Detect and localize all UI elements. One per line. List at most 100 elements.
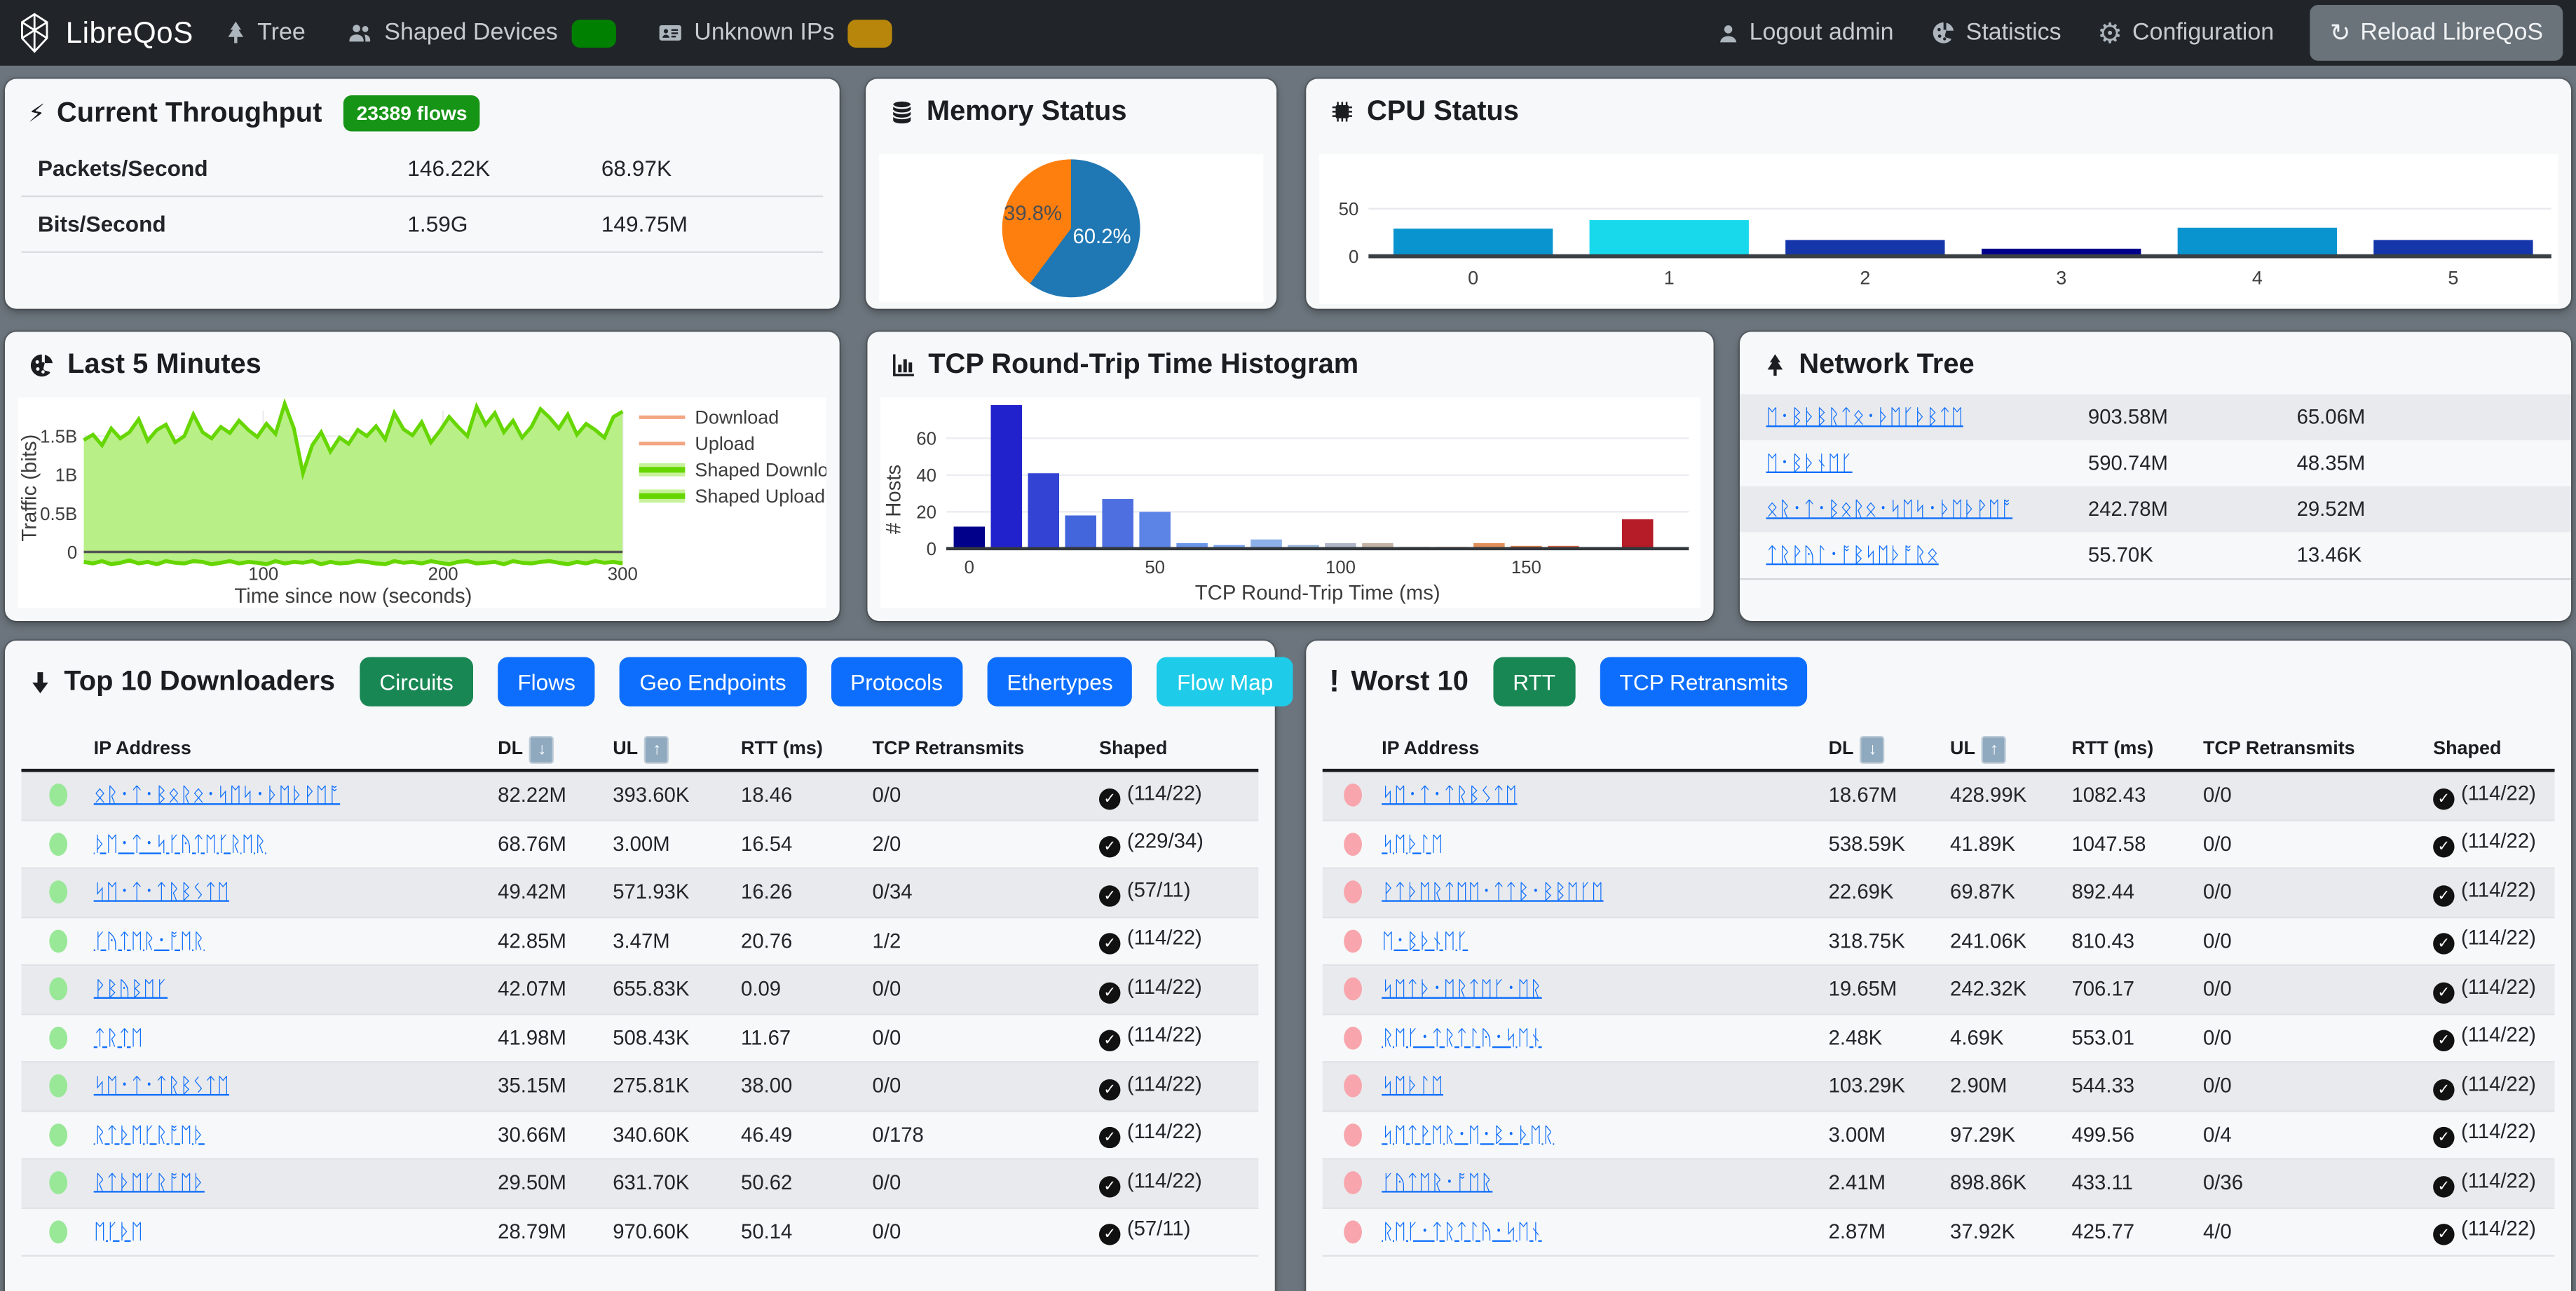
- check-circle-icon: ✓: [2433, 1176, 2454, 1197]
- ip-link[interactable]: ᛋᛖᚦᛚᛖ: [1382, 833, 1443, 856]
- nav-configuration[interactable]: ⚙ Configuration: [2097, 19, 2274, 47]
- ip-link[interactable]: ᚹᛒᚤᛒᛖᚴ: [94, 978, 168, 1001]
- check-circle-icon: ✓: [2433, 885, 2454, 906]
- sort-up-icon[interactable]: ↑: [645, 735, 669, 763]
- ip-link[interactable]: ᛋᛖ᛫ᛏ᛫ᛏᚱᛒᛊᛏᛖ: [1382, 784, 1517, 807]
- nav-logout-label: Logout admin: [1750, 20, 1894, 46]
- sort-up-icon[interactable]: ↑: [1982, 735, 2006, 763]
- ul-value: 898.86K: [1950, 1172, 2071, 1195]
- ip-link[interactable]: ᚹᛏᚦᛖᚱᛏᛖᛖ᛫ᛏᛏᛒ᛫ᛒᛒᛖᚴᛖ: [1382, 881, 1603, 904]
- check-circle-icon: ✓: [1099, 1079, 1120, 1100]
- upload-value: 13.46K: [2297, 544, 2561, 567]
- status-dot: [48, 978, 67, 1001]
- retransmits-value: 0/0: [873, 1220, 1099, 1243]
- ul-value: 631.70K: [613, 1172, 741, 1195]
- table-row: ᛋᛖᛏᚦ᛫ᛖᚱᛏᛖᚴ᛫ᛖᚱ19.65M242.32K706.170/0✓(114…: [1323, 966, 2555, 1014]
- ip-link[interactable]: ᚦᛖ᛫ᛏ᛫ᛋᚴᚤᛏᛖᚴᚱᛖᚱ: [94, 833, 266, 856]
- download-value: 903.58M: [2088, 406, 2297, 429]
- node-link[interactable]: ᛖ᛫ᛒᚦᚾᛖᚴ: [1766, 452, 2088, 475]
- check-circle-icon: ✓: [2433, 1030, 2454, 1051]
- tab-rtt[interactable]: RTT: [1493, 657, 1575, 706]
- nav-statistics[interactable]: Statistics: [1930, 20, 2062, 46]
- microchip-icon: [1329, 99, 1356, 125]
- ip-link[interactable]: ᛖᚴᚦᛖ: [94, 1220, 143, 1243]
- shaped-value: ✓(114/22): [2433, 1169, 2554, 1197]
- check-circle-icon: ✓: [1099, 982, 1120, 1003]
- row-label: Bits/Second: [21, 212, 407, 236]
- status-dot: [1343, 929, 1361, 952]
- tab-geo-endpoints[interactable]: Geo Endpoints: [620, 657, 806, 706]
- panel-title: Top 10 Downloaders: [64, 665, 335, 698]
- retransmits-value: 4/0: [2203, 1220, 2433, 1243]
- col-dl: DL↓: [1829, 735, 1950, 763]
- ip-link[interactable]: ᛟᚱ᛫ᛏ᛫ᛒᛟᚱᛟ᛫ᛋᛖᛋ᛫ᚦᛖᚦᚹᛖᚩ: [94, 784, 341, 807]
- table-row: ᛟᚱ᛫ᛏ᛫ᛒᛟᚱᛟ᛫ᛋᛖᛋ᛫ᚦᛖᚦᚹᛖᚩ 242.78M 29.52M: [1740, 486, 2571, 533]
- shaped-value: ✓(114/22): [2433, 976, 2554, 1004]
- dl-value: 42.85M: [498, 929, 613, 952]
- ip-link[interactable]: ᛋᛖ᛫ᛏ᛫ᛏᚱᛒᛊᛏᛖ: [94, 881, 229, 904]
- panel-title: Network Tree: [1799, 348, 1974, 381]
- rtt-value: 20.76: [741, 929, 873, 952]
- dl-value: 2.41M: [1829, 1172, 1950, 1195]
- node-link[interactable]: ᛟᚱ᛫ᛏ᛫ᛒᛟᚱᛟ᛫ᛋᛖᛋ᛫ᚦᛖᚦᚹᛖᚩ: [1766, 498, 2088, 521]
- table-row: ᚹᛒᚤᛒᛖᚴ42.07M655.83K0.090/0✓(114/22): [21, 966, 1258, 1014]
- ul-value: 340.60K: [613, 1123, 741, 1147]
- tab-tcp-retransmits[interactable]: TCP Retransmits: [1600, 657, 1808, 706]
- ip-link[interactable]: ᚱᛖᚴ᛫ᛏᚱᛏᛚᚤ᛫ᛋᛖᚾ: [1382, 1026, 1542, 1049]
- ip-link[interactable]: ᛖ᛫ᛒᚦᚾᛖᚴ: [1382, 929, 1468, 952]
- panel-title: Current Throughput: [57, 97, 322, 130]
- rtt-value: 892.44: [2071, 881, 2203, 904]
- node-link[interactable]: ᛏᚱᚹᚤᛚ᛫ᚩᛒᛋᛖᚦᚩᚱᛟ: [1766, 544, 2088, 567]
- ip-link[interactable]: ᛋᛖᛏᚦ᛫ᛖᚱᛏᛖᚴ᛫ᛖᚱ: [1382, 978, 1542, 1001]
- brand[interactable]: LibreQoS: [13, 11, 193, 54]
- sort-down-icon[interactable]: ↓: [529, 735, 554, 763]
- retransmits-value: 0/0: [2203, 784, 2433, 807]
- tab-circuits[interactable]: Circuits: [360, 657, 473, 706]
- nav-shaped-devices[interactable]: Shaped Devices: [345, 19, 615, 47]
- shaped-value: ✓(114/22): [1099, 1072, 1258, 1100]
- svg-text:20: 20: [916, 503, 936, 523]
- ip-link[interactable]: ᚴᚤᛏᛖᚱ᛫ᚩᛖᚱ: [94, 929, 205, 952]
- col-retransmits: TCP Retransmits: [873, 739, 1099, 759]
- shaped-value: ✓(114/22): [2433, 878, 2554, 906]
- ip-link[interactable]: ᚴᚤᛏᛖᚱ᛫ᚩᛖᚱ: [1382, 1172, 1492, 1195]
- panel-memory-status: Memory Status 39.8% 60.2%: [866, 79, 1276, 309]
- tab-flow-map[interactable]: Flow Map: [1157, 657, 1293, 706]
- tab-flows[interactable]: Flows: [498, 657, 595, 706]
- tab-protocols[interactable]: Protocols: [831, 657, 962, 706]
- rtt-value: 433.11: [2071, 1172, 2203, 1195]
- nav-logout[interactable]: Logout admin: [1717, 20, 1894, 46]
- node-link[interactable]: ᛖ᛫ᛒᚦᛒᚱᛏᛟ᛫ᚦᛖᚴᚦᛒᛏᛖ: [1766, 406, 2088, 429]
- nav-tree[interactable]: Tree: [223, 20, 306, 46]
- ip-link[interactable]: ᛏᚱᛏᛖ: [94, 1026, 143, 1049]
- ip-link[interactable]: ᚱᛏᚦᛖᚴᚱᚩᛖᚦ: [94, 1172, 205, 1195]
- dl-value: 49.42M: [498, 881, 613, 904]
- nav-unknown-ips[interactable]: Unknown IPs: [655, 19, 892, 47]
- reload-button[interactable]: ↻ Reload LibreQoS: [2310, 5, 2563, 61]
- row-label: Packets/Second: [21, 156, 407, 181]
- ip-link[interactable]: ᚱᛏᚦᛖᚴᚱᚩᛖᚦ: [94, 1123, 205, 1147]
- download-value: 55.70K: [2088, 544, 2297, 567]
- retransmits-value: 0/0: [2203, 929, 2433, 952]
- shaped-value: ✓(57/11): [1099, 1217, 1258, 1245]
- table-row: ᚦᛖ᛫ᛏ᛫ᛋᚴᚤᛏᛖᚴᚱᛖᚱ68.76M3.00M16.542/0✓(229/3…: [21, 821, 1258, 869]
- ul-value: 393.60K: [613, 784, 741, 807]
- ip-link[interactable]: ᛋᛖ᛫ᛏ᛫ᛏᚱᛒᛊᛏᛖ: [94, 1074, 229, 1098]
- dl-value: 3.00M: [1829, 1123, 1950, 1147]
- status-dot: [1343, 1172, 1361, 1195]
- table-row: ᛖ᛫ᛒᚦᚾᛖᚴ318.75K241.06K810.430/0✓(114/22): [1323, 917, 2555, 966]
- nav-unknown-ips-label: Unknown IPs: [694, 20, 834, 46]
- ip-link[interactable]: ᛋᛖᚦᛚᛖ: [1382, 1074, 1443, 1098]
- tab-ethertypes[interactable]: Ethertypes: [987, 657, 1133, 706]
- status-dot: [1343, 784, 1361, 807]
- check-circle-icon: ✓: [2433, 934, 2454, 955]
- shaped-value: ✓(114/22): [2433, 830, 2554, 858]
- sort-down-icon[interactable]: ↓: [1860, 735, 1885, 763]
- svg-text:50: 50: [1339, 200, 1359, 219]
- chart-pie-icon: [28, 350, 56, 378]
- top10-rows: ᛟᚱ᛫ᛏ᛫ᛒᛟᚱᛟ᛫ᛋᛖᛋ᛫ᚦᛖᚦᚹᛖᚩ82.22M393.60K18.460/…: [21, 772, 1258, 1257]
- svg-text:# Hosts: # Hosts: [882, 465, 905, 534]
- ip-link[interactable]: ᛋᛖᛏᚹᛖᚱ᛫ᛖ᛫ᛒ᛫ᚦᛖᚱ: [1382, 1123, 1554, 1147]
- user-icon: [1717, 20, 1740, 45]
- ip-link[interactable]: ᚱᛖᚴ᛫ᛏᚱᛏᛚᚤ᛫ᛋᛖᚾ: [1382, 1220, 1542, 1243]
